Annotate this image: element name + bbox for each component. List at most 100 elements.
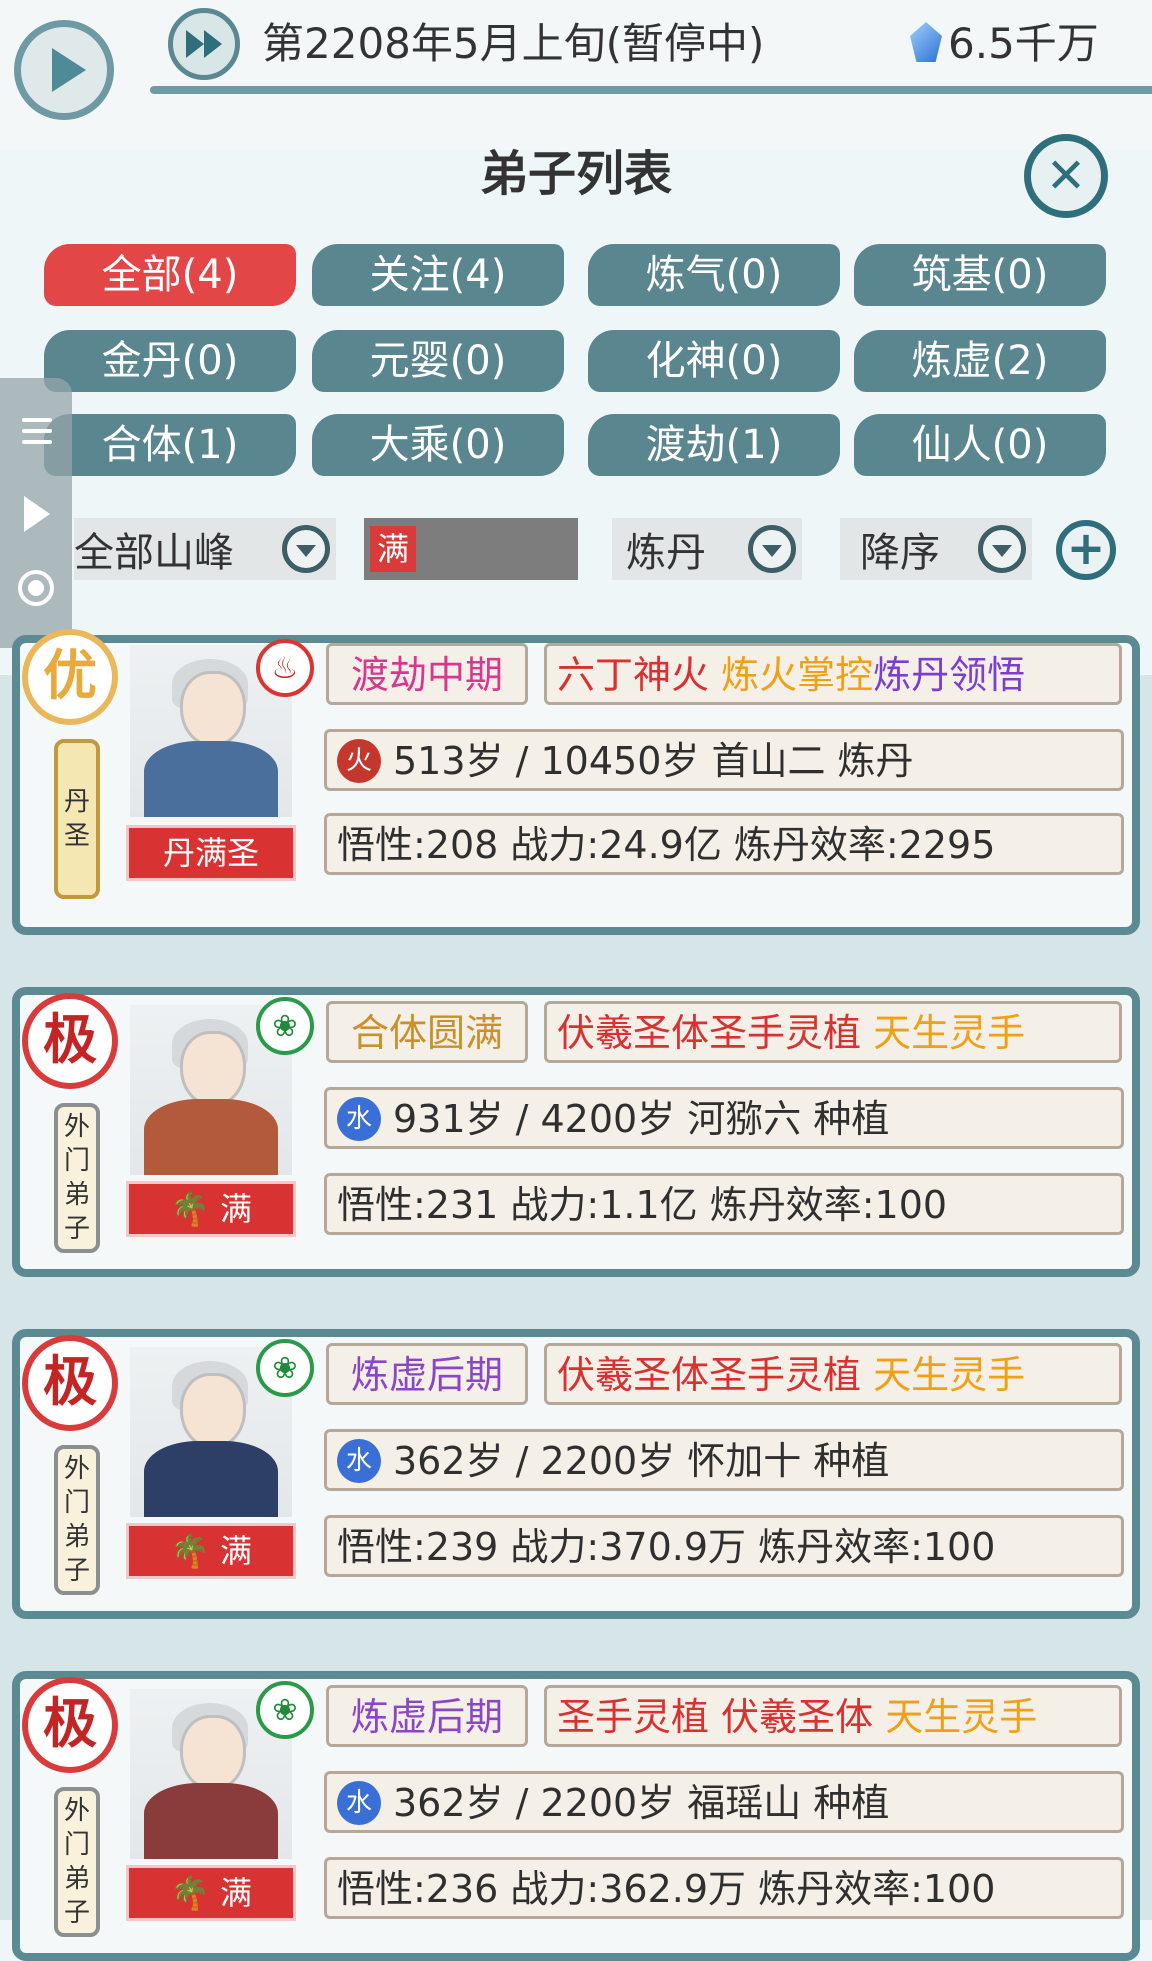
realm-label: 渡劫中期 (326, 643, 528, 705)
disciple-list: 优 丹圣 ♨ 丹满圣 渡劫中期 六丁神火 炼火掌控炼丹领悟 火 513岁 / 10… (0, 629, 1152, 1961)
info-text: 362岁 / 2200岁 怀加十 种植 (393, 1439, 890, 1483)
trait: 六丁神火 (557, 653, 710, 697)
grade-badge: 极 (22, 1335, 118, 1431)
close-button[interactable]: ✕ (1024, 134, 1108, 218)
info-text: 931岁 / 4200岁 河猕六 种植 (393, 1097, 890, 1141)
palm-tree-icon: 🌴 (169, 1532, 210, 1570)
title-plaque: 外门弟子 (54, 1445, 100, 1595)
chevron-down-icon (978, 525, 1026, 573)
game-date: 第2208年5月上旬(暂停中) (262, 19, 765, 68)
trait: 伏羲圣体 (557, 1011, 710, 1055)
title-plaque: 丹圣 (54, 739, 100, 899)
order-dropdown[interactable]: 降序 (840, 518, 1032, 580)
title-text: 丹圣 (63, 787, 90, 851)
filter-foundation[interactable]: 筑基(0) (854, 244, 1106, 306)
disciple-card[interactable]: 极 外门弟子 ❀ 🌴 满 炼虚后期 伏羲圣体圣手灵植 天生灵手 水 362岁 / … (12, 1329, 1140, 1619)
tree-icon: ❀ (256, 1339, 314, 1397)
filter-void-refining[interactable]: 炼虚(2) (854, 330, 1106, 392)
realm-label: 合体圆满 (326, 1001, 528, 1063)
realm-label: 炼虚后期 (326, 1343, 528, 1405)
play-icon[interactable] (24, 496, 50, 532)
trait: 天生灵手 (873, 1011, 1026, 1055)
trait-list: 六丁神火 炼火掌控炼丹领悟 (544, 643, 1122, 705)
plus-icon: + (1066, 521, 1106, 575)
top-bar: 第2208年5月上旬(暂停中) 6.5千万 (0, 0, 1152, 150)
mountain-dropdown[interactable]: 全部山峰 (74, 518, 336, 580)
title-text: 外门弟子 (63, 1454, 90, 1586)
play-icon (52, 48, 86, 92)
disciple-card[interactable]: 优 丹圣 ♨ 丹满圣 渡劫中期 六丁神火 炼火掌控炼丹领悟 火 513岁 / 10… (12, 629, 1140, 935)
water-element-icon: 水 (337, 1780, 381, 1825)
title-plaque: 外门弟子 (54, 1787, 100, 1937)
filter-integration[interactable]: 合体(1) (44, 414, 296, 476)
stats-row: 悟性:208 战力:24.9亿 炼丹效率:2295 (324, 813, 1124, 875)
trait-list: 伏羲圣体圣手灵植 天生灵手 (544, 1343, 1122, 1405)
name-plate: 🌴 满 (126, 1865, 296, 1921)
water-element-icon: 水 (337, 1096, 381, 1141)
title-text: 外门弟子 (63, 1796, 90, 1928)
info-row: 水 362岁 / 2200岁 福瑶山 种植 (324, 1771, 1124, 1833)
mountain-dropdown-label: 全部山峰 (74, 530, 234, 576)
floating-toolbar (0, 378, 72, 648)
menu-icon[interactable] (22, 418, 52, 451)
trait-list: 圣手灵植 伏羲圣体 天生灵手 (544, 1685, 1122, 1747)
tree-icon: ❀ (256, 997, 314, 1055)
trait: 伏羲圣体 (721, 1695, 874, 1739)
play-button[interactable] (14, 20, 114, 120)
close-icon: ✕ (1045, 148, 1087, 204)
currency-amount: 6.5千万 (948, 19, 1099, 68)
grade-badge: 极 (22, 1677, 118, 1773)
name-plate: 🌴 满 (126, 1181, 296, 1237)
chevron-down-icon (282, 525, 330, 573)
filter-spirit-severing[interactable]: 化神(0) (588, 330, 840, 392)
info-text: 362岁 / 2200岁 福瑶山 种植 (393, 1781, 890, 1825)
fast-forward-icon (186, 30, 204, 58)
phoenix-icon: ♨ (256, 639, 314, 697)
order-label: 降序 (860, 530, 940, 576)
skill-sort-dropdown[interactable]: 炼丹 (612, 518, 802, 580)
info-row: 火 513岁 / 10450岁 首山二 炼丹 (324, 729, 1124, 791)
stats-row: 悟性:231 战力:1.1亿 炼丹效率:100 (324, 1173, 1124, 1235)
filter-mahayana[interactable]: 大乘(0) (312, 414, 564, 476)
disciple-card[interactable]: 极 外门弟子 ❀ 🌴 满 合体圆满 伏羲圣体圣手灵植 天生灵手 水 931岁 / … (12, 987, 1140, 1277)
disciple-filter-panel (0, 150, 1152, 675)
trait: 圣手灵植 (557, 1695, 710, 1739)
record-icon[interactable] (18, 570, 54, 606)
info-text: 513岁 / 10450岁 首山二 炼丹 (393, 739, 914, 783)
title-text: 外门弟子 (63, 1112, 90, 1244)
filter-tribulation[interactable]: 渡劫(1) (588, 414, 840, 476)
add-button[interactable]: + (1056, 520, 1116, 580)
filter-followed[interactable]: 关注(4) (312, 244, 564, 306)
trait-list: 伏羲圣体圣手灵植 天生灵手 (544, 1001, 1122, 1063)
stats-row: 悟性:236 战力:362.9万 炼丹效率:100 (324, 1857, 1124, 1919)
trait: 炼火掌控 (721, 653, 874, 697)
top-bar-divider (150, 86, 1152, 94)
tree-icon: ❀ (256, 1681, 314, 1739)
trait: 圣手灵植 (709, 1353, 862, 1397)
trait: 天生灵手 (885, 1695, 1038, 1739)
trait: 天生灵手 (873, 1353, 1026, 1397)
water-element-icon: 水 (337, 1438, 381, 1483)
trait: 炼丹领悟 (873, 653, 1026, 697)
info-row: 水 931岁 / 4200岁 河猕六 种植 (324, 1087, 1124, 1149)
full-filter-field[interactable]: 满 (364, 518, 578, 580)
page-title: 弟子列表 (479, 146, 672, 202)
grade-badge: 优 (22, 629, 118, 725)
filter-golden-core[interactable]: 金丹(0) (44, 330, 296, 392)
palm-tree-icon: 🌴 (169, 1874, 210, 1912)
filter-immortal[interactable]: 仙人(0) (854, 414, 1106, 476)
realm-label: 炼虚后期 (326, 1685, 528, 1747)
filter-qi-refining[interactable]: 炼气(0) (588, 244, 840, 306)
chevron-down-icon (748, 525, 796, 573)
fast-forward-button[interactable] (168, 8, 240, 80)
info-row: 水 362岁 / 2200岁 怀加十 种植 (324, 1429, 1124, 1491)
trait: 圣手灵植 (709, 1011, 862, 1055)
filter-nascent-soul[interactable]: 元婴(0) (312, 330, 564, 392)
stats-row: 悟性:239 战力:370.9万 炼丹效率:100 (324, 1515, 1124, 1577)
disciple-card[interactable]: 极 外门弟子 ❀ 🌴 满 炼虚后期 圣手灵植 伏羲圣体 天生灵手 水 362岁 /… (12, 1671, 1140, 1961)
title-plaque: 外门弟子 (54, 1103, 100, 1253)
full-tag: 满 (370, 526, 416, 572)
spirit-stone-icon (910, 22, 942, 62)
filter-all[interactable]: 全部(4) (44, 244, 296, 306)
trait: 伏羲圣体 (557, 1353, 710, 1397)
